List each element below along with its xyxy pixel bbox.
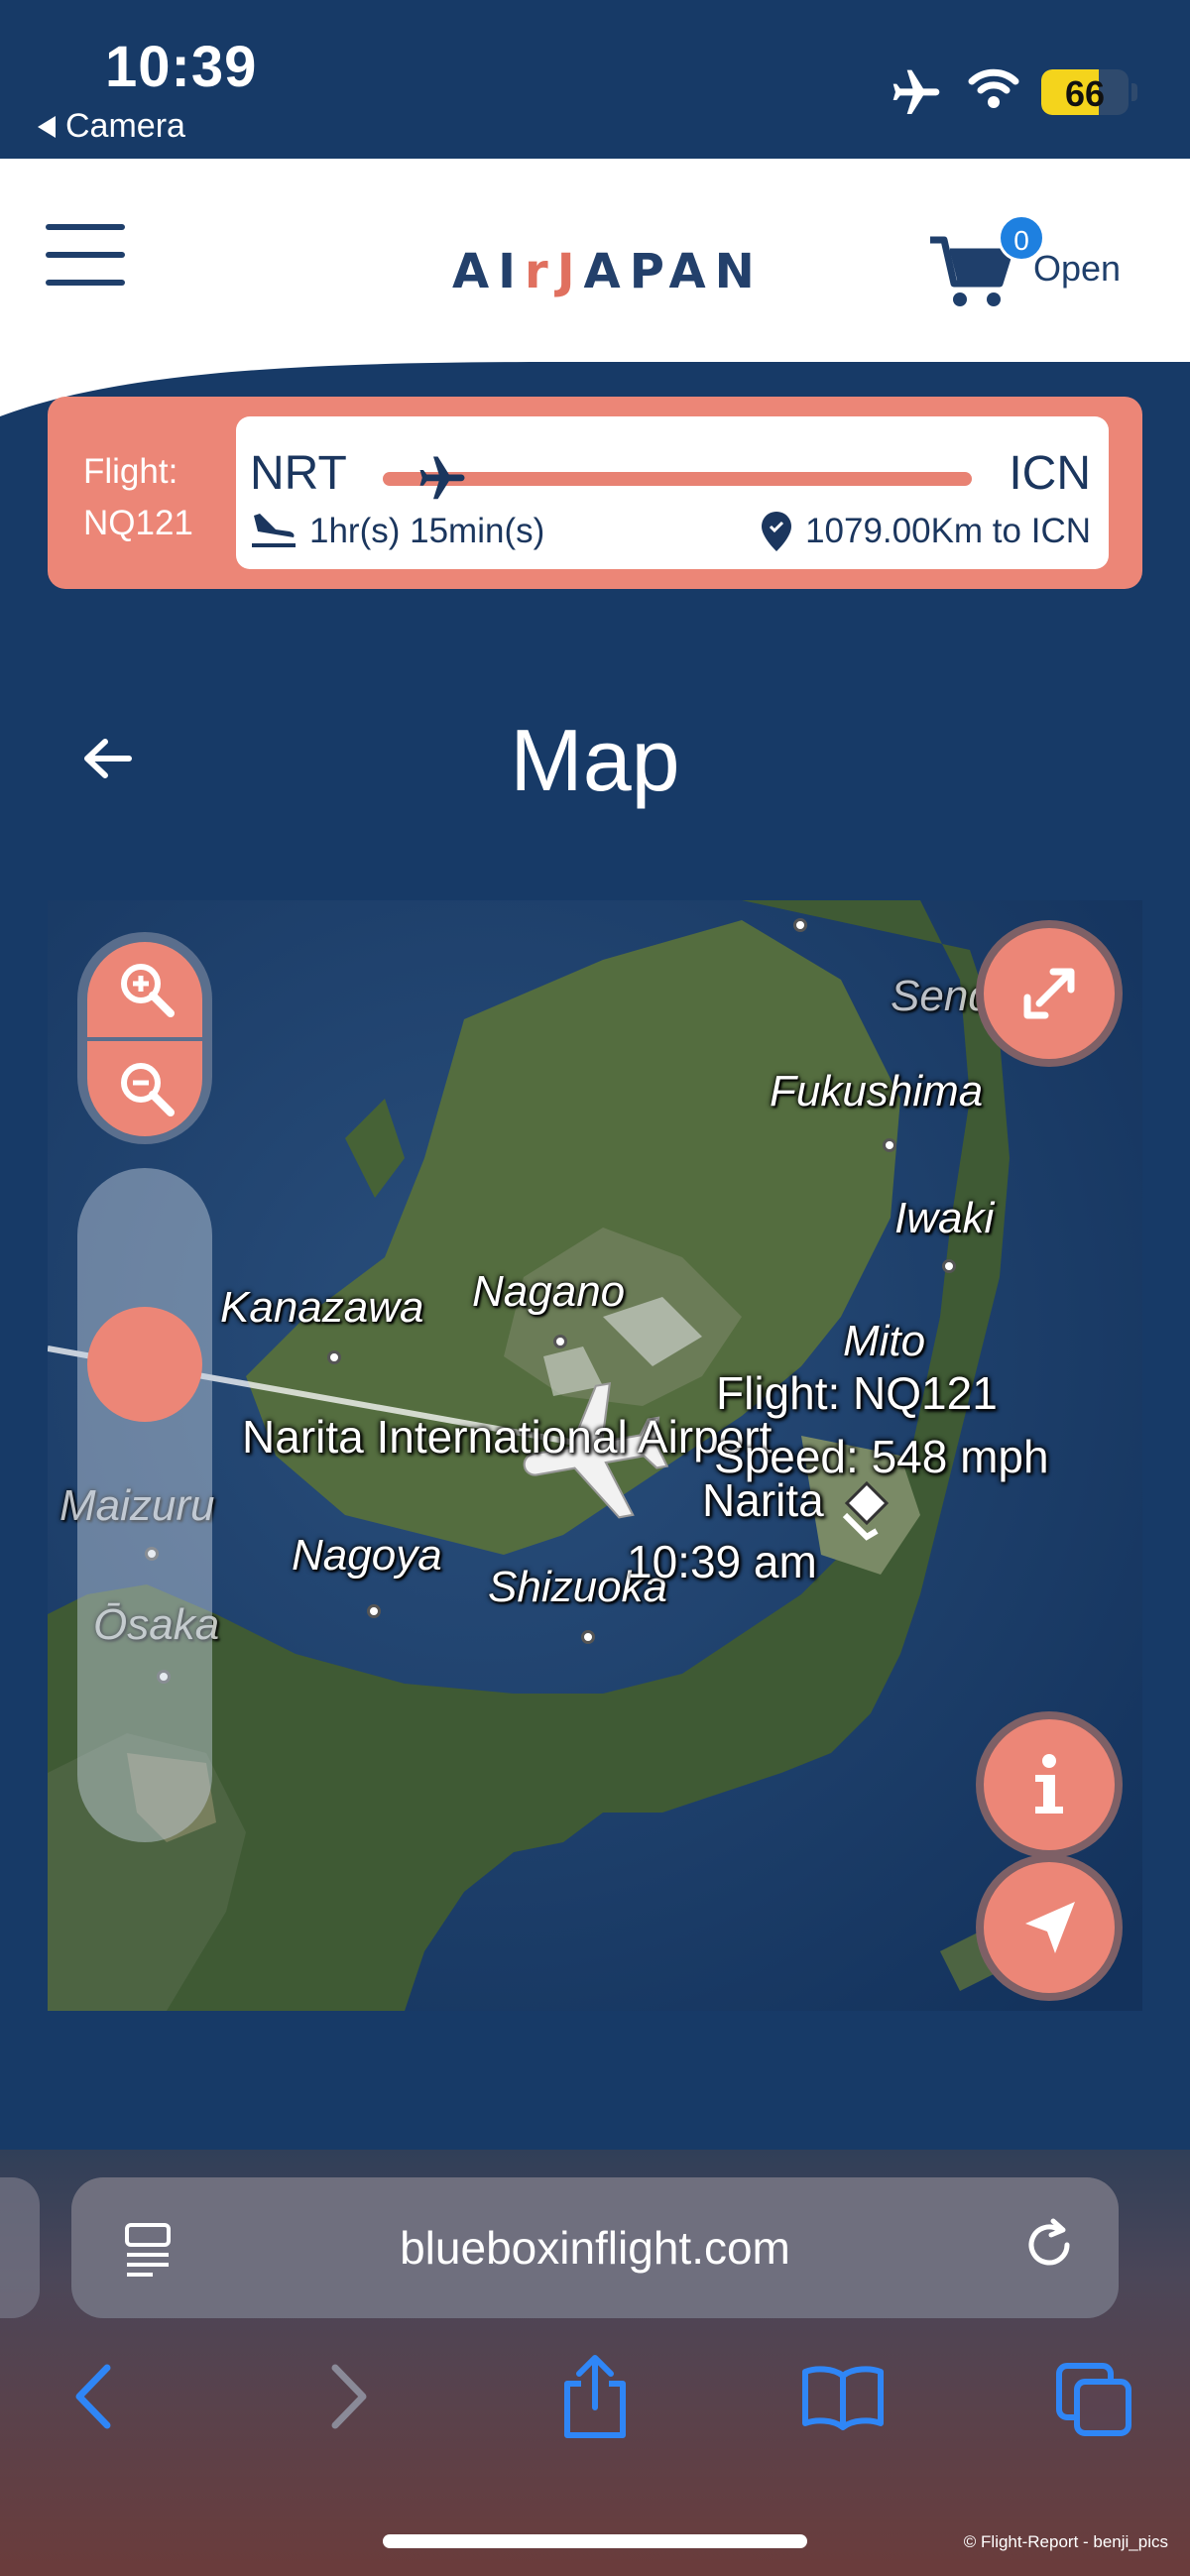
flight-progress-card: Flight: NQ121 NRT ICN 1hr(s) 15min(s) 10… [48,397,1142,589]
flight-map[interactable]: Sendai Fukushima Iwaki Mito Kanazawa Nag… [48,900,1142,2011]
url-text: blueboxinflight.com [400,2222,790,2274]
zoom-out-button[interactable] [87,1041,202,1136]
battery-nub [1131,83,1137,101]
map-label-fukushima: Fukushima [770,1067,984,1115]
city-marker [793,918,807,932]
logo-prefix: AI [452,244,526,299]
photo-credit: © Flight-Report - benji_pics [963,2532,1168,2551]
expand-icon [1023,968,1075,1019]
logo-suffix: APAN [583,244,764,299]
city-marker [327,1350,341,1364]
city-marker [367,1604,381,1618]
zoom-slider-thumb[interactable] [87,1307,202,1422]
flight-label-title: Flight: [83,452,178,491]
city-marker [553,1335,567,1348]
map-label-nagano: Nagano [472,1267,626,1316]
location-pin-icon [762,512,792,551]
city-marker [942,1259,956,1273]
city-marker [581,1630,595,1644]
page-title: Map [510,711,680,809]
progress-plane-icon [419,456,464,500]
airjapan-logo[interactable]: AIrJAPAN [452,244,764,299]
reload-icon[interactable] [1019,2215,1079,2275]
zoom-out-icon [121,1063,175,1116]
back-to-app[interactable]: Camera [38,107,185,146]
clock: 10:39 [105,35,258,99]
map-label-kanazawa: Kanazawa [220,1283,424,1332]
site-header: AIrJAPAN 0 Open [0,159,1190,416]
cart-label: Open [1033,248,1122,289]
previous-tab[interactable] [0,2177,40,2318]
city-marker [883,1138,896,1152]
battery-percent: 66 [1064,73,1106,114]
status-bar: 10:39 Camera 66 [0,0,1190,159]
flight-info-location: Narita [702,1474,824,1526]
time-remaining: 1hr(s) 15min(s) [250,512,544,551]
flight-info-time: 10:39 am [627,1536,817,1587]
zoom-slider[interactable] [77,1168,212,1842]
tabs-icon[interactable] [1055,2362,1134,2437]
share-icon[interactable] [555,2354,635,2439]
landing-icon [252,514,296,547]
fullscreen-button[interactable] [976,920,1123,1067]
menu-button[interactable] [46,224,125,286]
airplane-mode-icon [892,69,940,114]
browser-forward-icon[interactable] [323,2362,373,2431]
navigation-arrow-icon [1025,1902,1075,1953]
map-label-nagoya: Nagoya [292,1531,442,1580]
time-remaining-text: 1hr(s) 15min(s) [309,512,545,550]
distance-remaining: 1079.00Km to ICN [762,512,1091,551]
zoom-in-icon [121,964,175,1017]
logo-accent: rJ [525,244,584,299]
distance-text: 1079.00Km to ICN [805,512,1091,550]
origin-code: NRT [250,447,347,500]
flight-number: NQ121 [83,504,193,542]
back-app-label: Camera [65,107,185,145]
flight-label: Flight: NQ121 [83,446,193,549]
cart-button[interactable]: 0 Open [928,214,1127,311]
info-icon [1035,1754,1063,1814]
bookmarks-icon[interactable] [801,2362,885,2431]
address-bar[interactable]: blueboxinflight.com [71,2177,1119,2318]
map-label-iwaki: Iwaki [894,1194,995,1242]
destination-code: ICN [1009,447,1091,500]
back-triangle-icon [38,115,56,138]
info-button[interactable] [976,1711,1123,1858]
locate-button[interactable] [976,1854,1123,2001]
flight-progress-panel: NRT ICN 1hr(s) 15min(s) 1079.00Km to ICN [236,416,1109,569]
airport-marker-icon[interactable] [837,1475,906,1545]
zoom-in-button[interactable] [87,942,202,1037]
browser-back-icon[interactable] [69,2362,119,2431]
zoom-controls [77,932,212,1144]
wifi-icon [968,68,1019,108]
flight-info-flight: Flight: NQ121 [716,1367,998,1419]
airport-label: Narita International Airport [242,1411,773,1463]
home-indicator[interactable] [383,2534,807,2548]
map-label-mito: Mito [843,1317,926,1365]
battery-icon: 66 [1041,69,1129,115]
